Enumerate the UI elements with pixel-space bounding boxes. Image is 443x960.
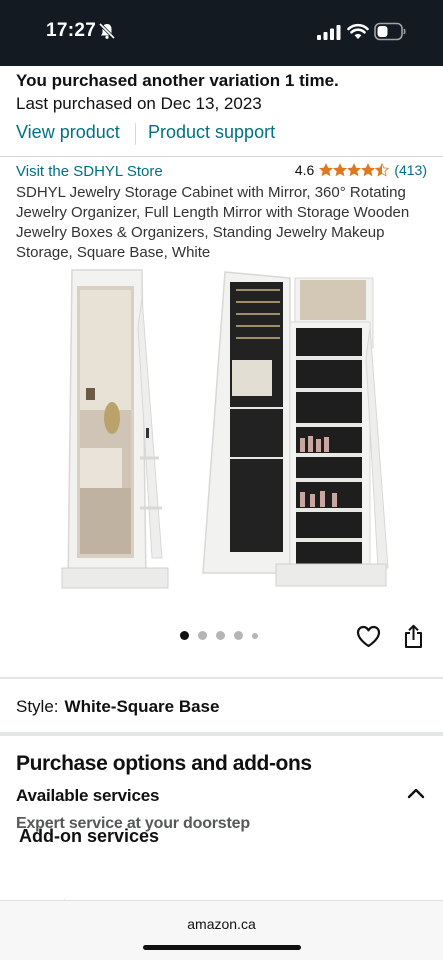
last-purchased-date: Last purchased on Dec 13, 2023 xyxy=(16,94,262,113)
carousel-dot[interactable] xyxy=(234,631,243,640)
status-time: 17:27 xyxy=(46,20,97,41)
heart-icon[interactable] xyxy=(356,625,381,648)
link-divider xyxy=(135,123,136,145)
style-selector[interactable]: Style: White-Square Base xyxy=(16,697,219,717)
product-support-link[interactable]: Product support xyxy=(148,122,275,143)
carousel-dot[interactable] xyxy=(252,632,258,639)
style-label: Style: xyxy=(16,697,59,716)
status-bar: 17:27 xyxy=(0,0,443,66)
battery-icon xyxy=(374,22,406,41)
open-cabinet-illustration xyxy=(202,271,389,587)
carousel-dot[interactable] xyxy=(216,631,225,640)
star-rating xyxy=(319,163,390,177)
home-indicator[interactable] xyxy=(143,945,301,950)
stars-icon xyxy=(319,163,390,177)
store-link[interactable]: Visit the SDHYL Store xyxy=(16,163,163,180)
url-display[interactable]: amazon.ca xyxy=(0,916,443,932)
share-icon[interactable] xyxy=(403,624,424,649)
section-divider xyxy=(0,732,443,736)
rating-value: 4.6 xyxy=(294,162,315,178)
section-divider xyxy=(0,156,443,157)
bell-slash-icon xyxy=(98,22,116,40)
carousel-dot[interactable] xyxy=(180,631,189,640)
addon-services-heading: Add-on services xyxy=(19,826,160,846)
chevron-up-icon[interactable] xyxy=(406,786,426,800)
wifi-icon xyxy=(347,23,369,39)
section-divider xyxy=(0,677,443,679)
style-value: White-Square Base xyxy=(64,697,220,716)
rating-count: (413) xyxy=(394,162,427,178)
carousel-dot[interactable] xyxy=(198,631,207,640)
closed-cabinet-illustration xyxy=(61,269,169,589)
rating-summary[interactable]: 4.6 (413) xyxy=(295,162,427,178)
browser-bottom-bar: amazon.ca xyxy=(0,900,443,960)
product-image[interactable] xyxy=(50,268,395,598)
available-services-heading[interactable]: Available services xyxy=(16,786,159,806)
purchase-options-heading: Purchase options and add-ons xyxy=(16,752,312,775)
product-title: SDHYL Jewelry Storage Cabinet with Mirro… xyxy=(16,184,410,261)
cellular-signal-icon xyxy=(317,25,341,40)
carousel-dots[interactable] xyxy=(180,631,258,640)
view-product-link[interactable]: View product xyxy=(16,122,120,143)
purchase-count-notice: You purchased another variation 1 time. xyxy=(16,71,339,90)
